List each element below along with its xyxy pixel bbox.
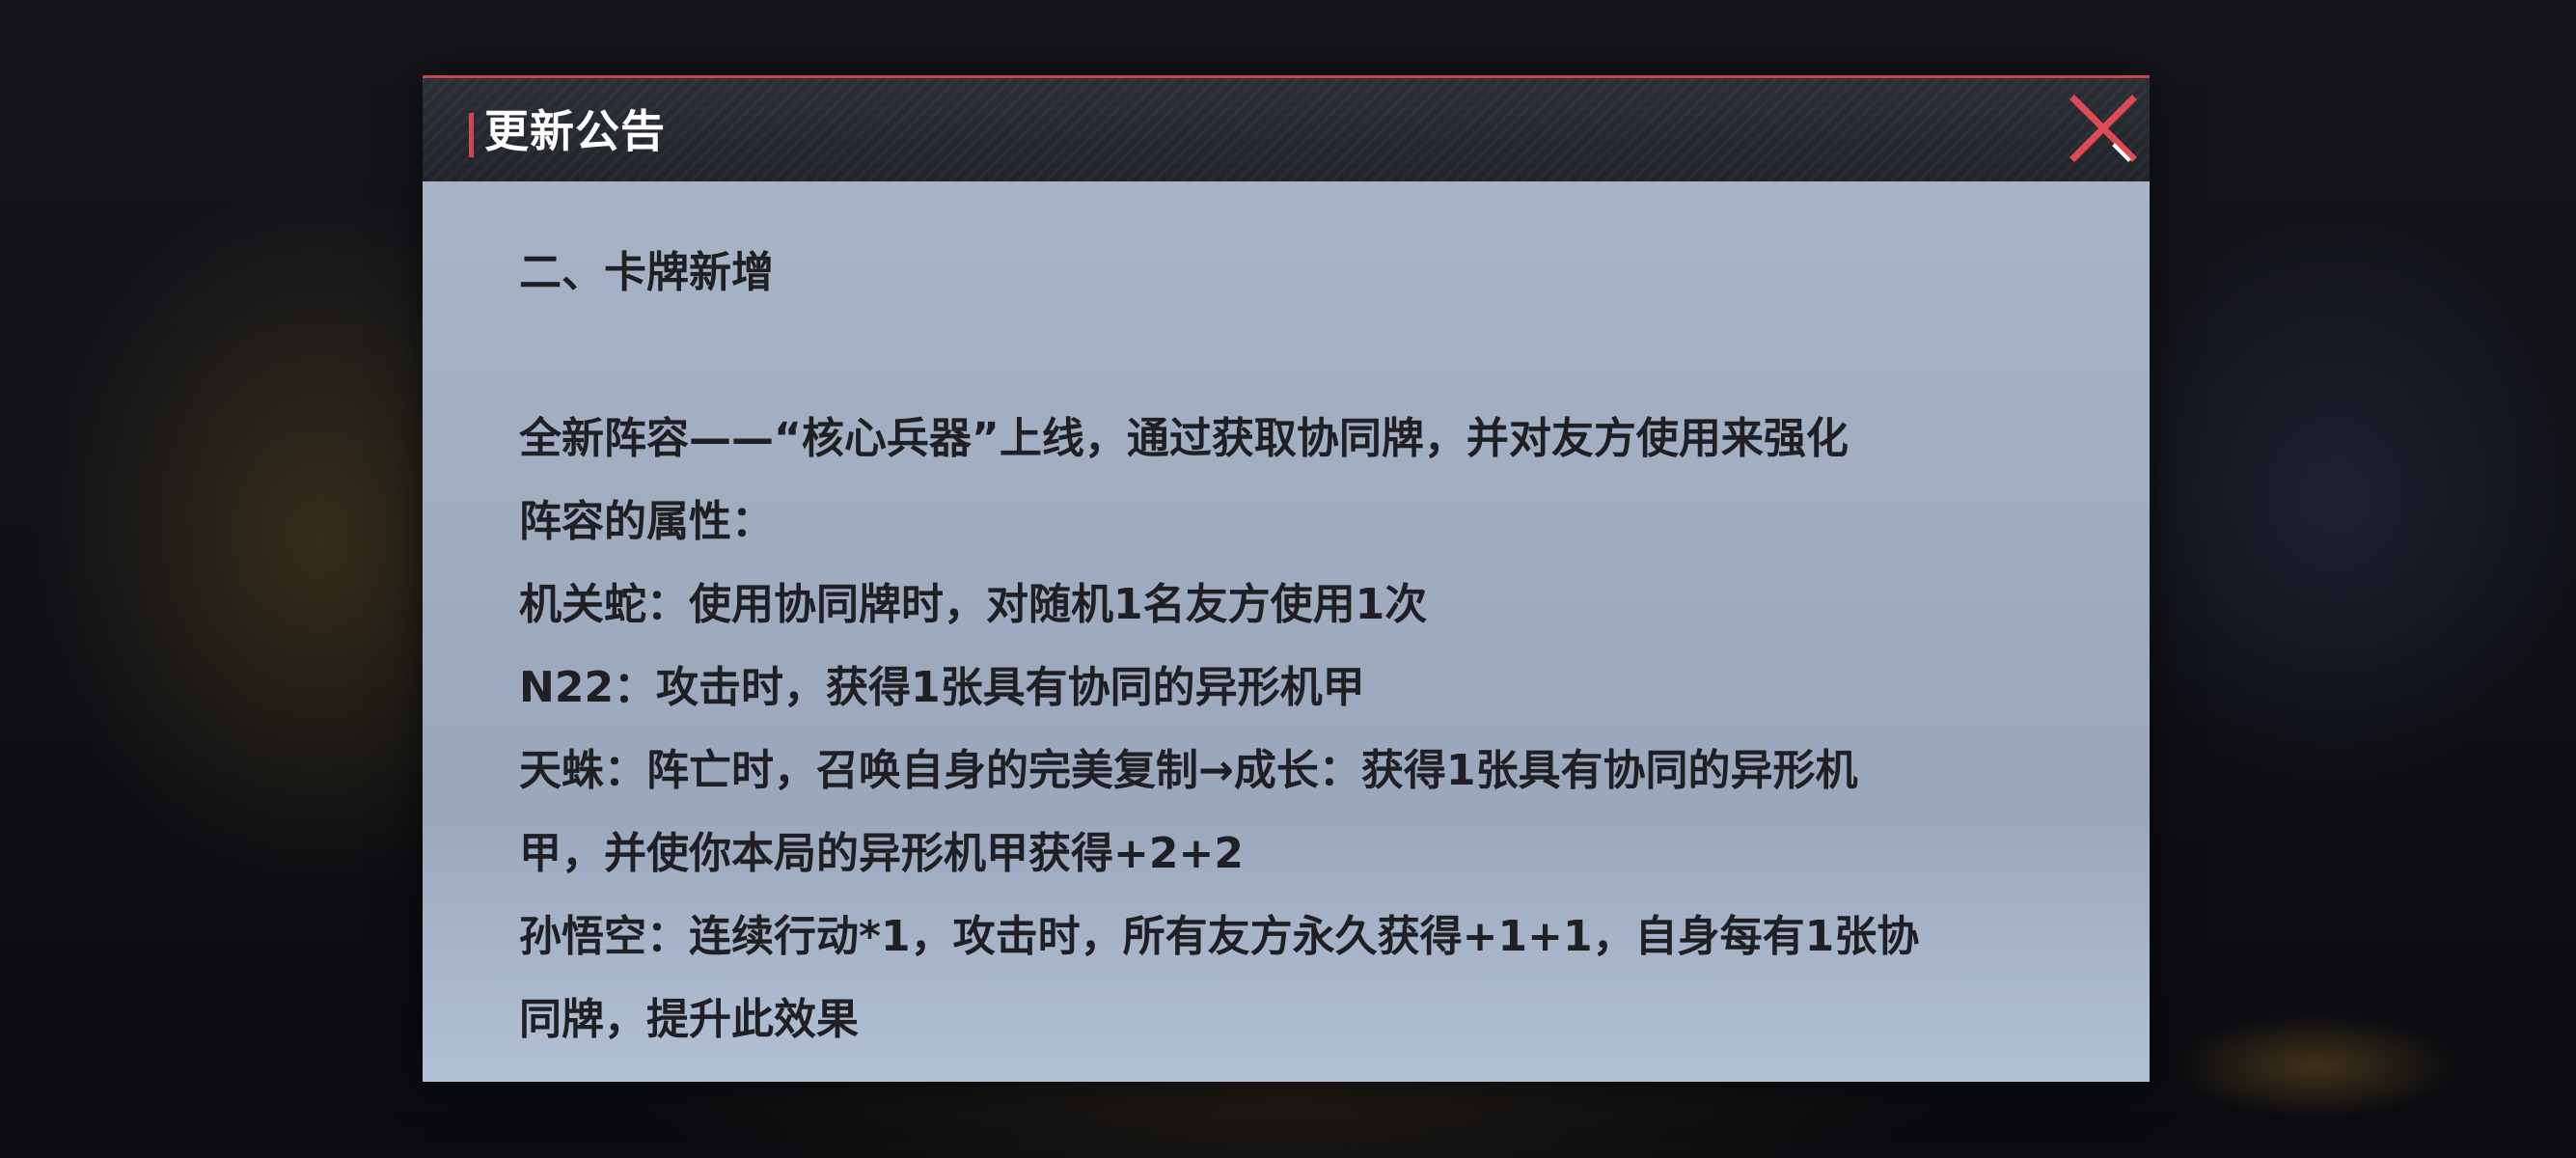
announcement-content: 二、卡牌新增 全新阵容——“核心兵器”上线，通过获取协同牌，并对友方使用来强化 … <box>519 232 2082 1062</box>
dialog-title: 更新公告 <box>484 105 666 157</box>
background-glow <box>2171 1013 2460 1119</box>
dialog-header: 更新公告 <box>423 75 2150 181</box>
update-announcement-dialog: 更新公告 二、卡牌新增 全新阵容——“核心兵器”上线，通过获取协同牌，并对友方使… <box>423 75 2150 1082</box>
content-line: 机关蛇：使用协同牌时，对随机1名友方使用1次 <box>519 580 1428 629</box>
content-line: 天蛛：阵亡时，召唤自身的完美复制→成长：获得1张具有协同的异形机 <box>519 746 1858 795</box>
dialog-body[interactable]: 二、卡牌新增 全新阵容——“核心兵器”上线，通过获取协同牌，并对友方使用来强化 … <box>423 181 2150 1082</box>
content-line: 甲，并使你本局的异形机甲获得+2+2 <box>519 829 1244 878</box>
content-line: 阵容的属性： <box>519 497 774 546</box>
close-x-icon <box>2069 95 2137 162</box>
section-heading: 二、卡牌新增 <box>519 248 774 297</box>
content-line: 全新阵容——“核心兵器”上线，通过获取协同牌，并对友方使用来强化 <box>519 414 1849 463</box>
close-button[interactable] <box>2067 92 2140 165</box>
content-line: 孙悟空：连续行动*1，攻击时，所有友方永久获得+1+1，自身每有1张协 <box>519 912 1920 961</box>
content-line: N22：攻击时，获得1张具有协同的异形机甲 <box>519 663 1365 712</box>
content-line: 同牌，提升此效果 <box>519 995 859 1044</box>
title-accent-bar <box>469 113 474 157</box>
